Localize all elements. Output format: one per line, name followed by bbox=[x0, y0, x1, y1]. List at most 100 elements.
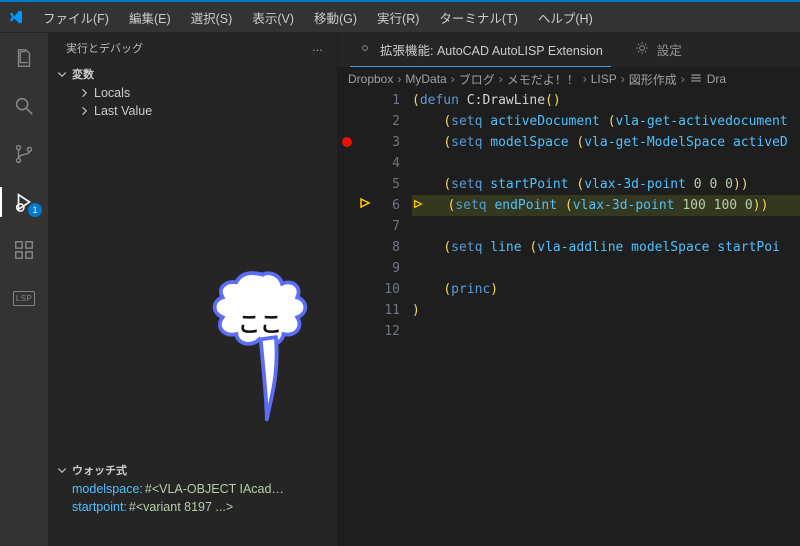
tab-extension-label: 拡張機能: AutoCAD AutoLISP Extension bbox=[380, 40, 603, 59]
code-editor[interactable]: 123456789101112 (defun C:DrawLine() (set… bbox=[338, 90, 800, 546]
chevron-down-icon bbox=[56, 464, 68, 476]
side-panel-title: 実行とデバッグ bbox=[66, 40, 143, 56]
breakpoint-gutter[interactable] bbox=[338, 221, 356, 242]
activity-scm[interactable] bbox=[0, 139, 48, 169]
chevron-right-icon bbox=[78, 87, 90, 99]
crumb[interactable]: ブログ bbox=[459, 71, 495, 88]
menu-go[interactable]: 移動(G) bbox=[305, 6, 366, 29]
crumb[interactable]: メモだよ！！ bbox=[507, 71, 579, 88]
menu-view[interactable]: 表示(V) bbox=[243, 6, 303, 29]
code-line[interactable]: (defun C:DrawLine() bbox=[412, 90, 800, 111]
execution-pointer-gutter bbox=[356, 195, 374, 216]
activity-search[interactable] bbox=[0, 91, 48, 121]
tab-bar: 拡張機能: AutoCAD AutoLISP Extension 設定 bbox=[338, 32, 800, 68]
watch-item[interactable]: modelspace: #<VLA-OBJECT IAcad… bbox=[48, 480, 337, 498]
tree-lastvalue-label: Last Value bbox=[94, 104, 152, 118]
inline-execution-arrow bbox=[412, 195, 424, 216]
menu-run[interactable]: 実行(R) bbox=[368, 6, 428, 29]
activity-bar: 1 LSP bbox=[0, 32, 48, 546]
breakpoint-icon bbox=[342, 137, 352, 147]
breakpoint-gutter[interactable] bbox=[338, 90, 356, 111]
tab-settings-label: 設定 bbox=[657, 40, 682, 59]
menu-edit[interactable]: 編集(E) bbox=[120, 6, 180, 29]
menu-select[interactable]: 選択(S) bbox=[182, 6, 242, 29]
code-line[interactable]: (setq modelSpace (vla-get-ModelSpace act… bbox=[412, 132, 800, 153]
execution-pointer-gutter bbox=[356, 216, 374, 237]
crumb[interactable]: Dra bbox=[707, 72, 726, 86]
tab-settings[interactable]: 設定 bbox=[627, 32, 690, 67]
menu-terminal[interactable]: ターミナル(T) bbox=[430, 6, 526, 29]
crumb[interactable]: Dropbox bbox=[348, 72, 393, 86]
files-icon bbox=[13, 47, 35, 69]
activity-extensions[interactable] bbox=[0, 235, 48, 265]
line-number: 7 bbox=[374, 216, 400, 237]
tree-lastvalue[interactable]: Last Value bbox=[48, 102, 337, 120]
watch-name: startpoint: bbox=[72, 500, 127, 514]
line-number: 12 bbox=[374, 321, 400, 342]
vscode-icon bbox=[8, 9, 24, 25]
line-number: 9 bbox=[374, 258, 400, 279]
execution-pointer-gutter bbox=[356, 90, 374, 111]
code-line[interactable] bbox=[412, 258, 800, 279]
menu-file[interactable]: ファイル(F) bbox=[34, 6, 118, 29]
search-icon bbox=[13, 95, 35, 117]
line-number: 3 bbox=[374, 132, 400, 153]
lsp-icon: LSP bbox=[13, 291, 36, 306]
line-number: 2 bbox=[374, 111, 400, 132]
section-watch[interactable]: ウォッチ式 bbox=[48, 460, 337, 480]
execution-pointer-gutter bbox=[356, 321, 374, 342]
execution-pointer-gutter bbox=[356, 174, 374, 195]
crumb[interactable]: MyData bbox=[405, 72, 446, 86]
breakpoint-gutter[interactable] bbox=[338, 137, 356, 158]
breakpoint-gutter[interactable] bbox=[338, 284, 356, 305]
activity-debug[interactable]: 1 bbox=[0, 187, 48, 217]
code-line[interactable] bbox=[412, 321, 800, 342]
crumb[interactable]: 図形作成 bbox=[629, 71, 677, 88]
execution-pointer-gutter bbox=[356, 111, 374, 132]
breakpoint-gutter[interactable] bbox=[338, 263, 356, 284]
code-line[interactable]: (setq endPoint (vlax-3d-point 100 100 0)… bbox=[412, 195, 800, 216]
watch-name: modelspace: bbox=[72, 482, 143, 496]
breakpoint-gutter[interactable] bbox=[338, 158, 356, 179]
activity-lsp[interactable]: LSP bbox=[0, 283, 48, 313]
current-line-icon bbox=[359, 197, 371, 209]
activity-explorer[interactable] bbox=[0, 43, 48, 73]
watch-item[interactable]: startpoint: #<variant 8197 ...> bbox=[48, 498, 337, 516]
code-line[interactable]: (setq startPoint (vlax-3d-point 0 0 0)) bbox=[412, 174, 800, 195]
tree-locals[interactable]: Locals bbox=[48, 84, 337, 102]
tree-locals-label: Locals bbox=[94, 86, 130, 100]
line-number: 8 bbox=[374, 237, 400, 258]
code-line[interactable]: (setq line (vla-addline modelSpace start… bbox=[412, 237, 800, 258]
code-line[interactable] bbox=[412, 153, 800, 174]
code-line[interactable]: ) bbox=[412, 300, 800, 321]
breakpoint-gutter[interactable] bbox=[338, 305, 356, 326]
gear-icon bbox=[635, 41, 649, 58]
settings-icon bbox=[689, 71, 703, 88]
section-watch-label: ウォッチ式 bbox=[72, 462, 127, 478]
side-panel-more[interactable]: … bbox=[312, 42, 325, 54]
extensions-icon bbox=[13, 239, 35, 261]
crumb[interactable]: LISP bbox=[591, 72, 617, 86]
code-line[interactable] bbox=[412, 216, 800, 237]
code-line[interactable]: (princ) bbox=[412, 279, 800, 300]
breakpoint-gutter[interactable] bbox=[338, 242, 356, 263]
breakpoint-gutter[interactable] bbox=[338, 326, 356, 347]
line-number: 4 bbox=[374, 153, 400, 174]
debug-side-panel: 実行とデバッグ … 変数 Locals Last Value ウォッチ式 mod… bbox=[48, 32, 338, 546]
breakpoint-gutter[interactable] bbox=[338, 200, 356, 221]
debug-badge: 1 bbox=[28, 203, 42, 217]
breakpoint-gutter[interactable] bbox=[338, 179, 356, 200]
code-line[interactable]: (setq activeDocument (vla-get-activedocu… bbox=[412, 111, 800, 132]
line-number: 5 bbox=[374, 174, 400, 195]
tab-extension[interactable]: 拡張機能: AutoCAD AutoLISP Extension bbox=[350, 32, 611, 67]
breadcrumb[interactable]: Dropbox› MyData› ブログ› メモだよ！！› LISP› 図形作成… bbox=[338, 68, 800, 90]
chevron-down-icon bbox=[56, 68, 68, 80]
execution-pointer-gutter bbox=[356, 300, 374, 321]
execution-pointer-gutter bbox=[356, 153, 374, 174]
execution-pointer-gutter bbox=[356, 279, 374, 300]
editor-area: 拡張機能: AutoCAD AutoLISP Extension 設定 Drop… bbox=[338, 32, 800, 546]
section-variables[interactable]: 変数 bbox=[48, 64, 337, 84]
execution-pointer-gutter bbox=[356, 258, 374, 279]
menu-help[interactable]: ヘルプ(H) bbox=[529, 6, 602, 29]
breakpoint-gutter[interactable] bbox=[338, 111, 356, 132]
